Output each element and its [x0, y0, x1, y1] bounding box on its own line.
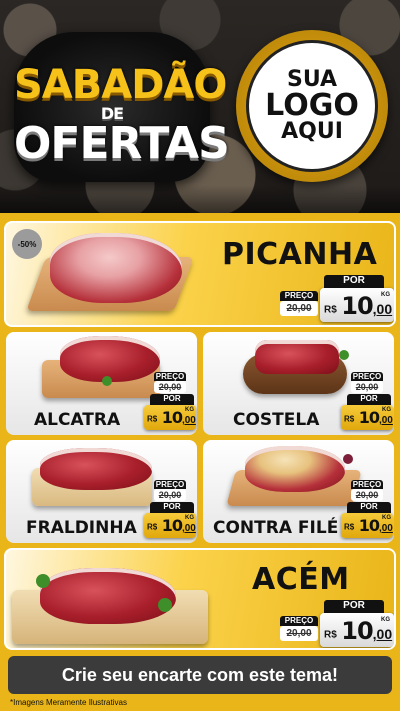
price-decimal: ,00 [181, 415, 196, 426]
por-label: POR [324, 275, 384, 288]
por-label: POR [324, 600, 384, 613]
logo-text-3: AQUI [281, 119, 343, 144]
product-name: PICANHA [222, 237, 378, 272]
preco-label: PREÇO [280, 291, 318, 301]
unit: KG [381, 292, 390, 298]
meat-image [50, 233, 182, 303]
offer-card-contra-file: CONTRA FILÉ PREÇO 20,00 POR R$ 10,00 KG [203, 440, 394, 543]
old-price: 20,00 [154, 381, 186, 393]
product-name: COSTELA [233, 410, 320, 430]
offer-card-costela: COSTELA PREÇO 20,00 POR R$ 10,00 KG [203, 332, 394, 435]
price-decimal: ,00 [372, 301, 393, 317]
offer-card-alcatra: ALCATRA PREÇO 20,00 POR R$ 10,00 KG [6, 332, 197, 435]
currency: R$ [147, 522, 158, 532]
old-price: 20,00 [280, 626, 318, 641]
currency: R$ [324, 304, 337, 316]
price-integer: 10 [341, 617, 373, 645]
unit: KG [185, 515, 194, 521]
price-block: PREÇO 20,00 POR R$ 10,00 KG [140, 480, 196, 542]
old-price: 20,00 [351, 381, 383, 393]
meat-image [40, 568, 176, 624]
price-block: POR PREÇO 20,00 R$ 10,00 KG [274, 600, 394, 648]
currency: R$ [147, 414, 158, 424]
price-decimal: ,00 [372, 626, 393, 642]
price-decimal: ,00 [181, 523, 196, 534]
preco-label: PREÇO [351, 372, 383, 381]
new-price: R$ 10,00 KG [320, 288, 394, 322]
offer-card-acem: ACÉM POR PREÇO 20,00 R$ 10,00 KG [4, 548, 396, 650]
price-decimal: ,00 [378, 523, 393, 534]
unit: KG [185, 407, 194, 413]
herb-garnish [102, 376, 112, 386]
new-price: R$ 10,00 KG [144, 405, 196, 430]
offer-card-fraldinha: FRALDINHA PREÇO 20,00 POR R$ 10,00 KG [6, 440, 197, 543]
price-integer: 10 [358, 516, 380, 535]
discount-badge: -50% [12, 229, 42, 259]
new-price: R$ 10,00 KG [341, 513, 393, 538]
herb-garnish [339, 350, 349, 360]
meat-image [255, 340, 339, 374]
new-price: R$ 10,00 KG [320, 613, 394, 647]
header-banner: SABADÃO DE OFERTAS SUA LOGO AQUI [0, 0, 400, 215]
unit: KG [382, 407, 391, 413]
price-integer: 10 [341, 292, 373, 320]
preco-label: PREÇO [154, 480, 186, 489]
preco-label: PREÇO [154, 372, 186, 381]
title-badge: SABADÃO DE OFERTAS [14, 32, 230, 182]
por-label: POR [347, 394, 391, 405]
product-name: CONTRA FILÉ [213, 518, 339, 538]
por-label: POR [150, 502, 194, 513]
price-integer: 10 [358, 408, 380, 427]
herb-garnish [343, 454, 353, 464]
product-name: ACÉM [252, 562, 350, 597]
offer-card-picanha: -50% PICANHA POR PREÇO 20,00 R$ 10,00 KG [4, 221, 396, 327]
price-integer: 10 [161, 408, 183, 427]
logo-circle: SUA LOGO AQUI [246, 40, 378, 172]
currency: R$ [344, 414, 355, 424]
disclaimer-text: *Imagens Meramente Ilustrativas [10, 698, 127, 707]
new-price: R$ 10,00 KG [341, 405, 393, 430]
price-decimal: ,00 [378, 415, 393, 426]
por-label: POR [150, 394, 194, 405]
product-name: FRALDINHA [26, 518, 137, 538]
title-line-3: OFERTAS [14, 118, 230, 169]
title-line-1: SABADÃO [14, 62, 227, 108]
old-price: 20,00 [280, 301, 318, 316]
preco-label: PREÇO [280, 616, 318, 626]
currency: R$ [344, 522, 355, 532]
old-price: 20,00 [154, 489, 186, 501]
herb-garnish [36, 574, 50, 588]
product-name: ALCATRA [34, 410, 121, 430]
price-block: PREÇO 20,00 POR R$ 10,00 KG [140, 372, 196, 434]
price-block: PREÇO 20,00 POR R$ 10,00 KG [337, 480, 393, 542]
logo-text-2: LOGO [265, 88, 359, 123]
herb-garnish [158, 598, 172, 612]
cta-banner[interactable]: Crie seu encarte com este tema! [8, 656, 392, 694]
meat-image [245, 446, 345, 492]
price-integer: 10 [161, 516, 183, 535]
logo-placeholder: SUA LOGO AQUI [236, 30, 388, 182]
price-block: PREÇO 20,00 POR R$ 10,00 KG [337, 372, 393, 434]
unit: KG [381, 617, 390, 623]
unit: KG [382, 515, 391, 521]
price-block: POR PREÇO 20,00 R$ 10,00 KG [274, 275, 394, 325]
new-price: R$ 10,00 KG [144, 513, 196, 538]
preco-label: PREÇO [351, 480, 383, 489]
old-price: 20,00 [351, 489, 383, 501]
meat-image [40, 448, 152, 490]
currency: R$ [324, 629, 337, 641]
por-label: POR [347, 502, 391, 513]
